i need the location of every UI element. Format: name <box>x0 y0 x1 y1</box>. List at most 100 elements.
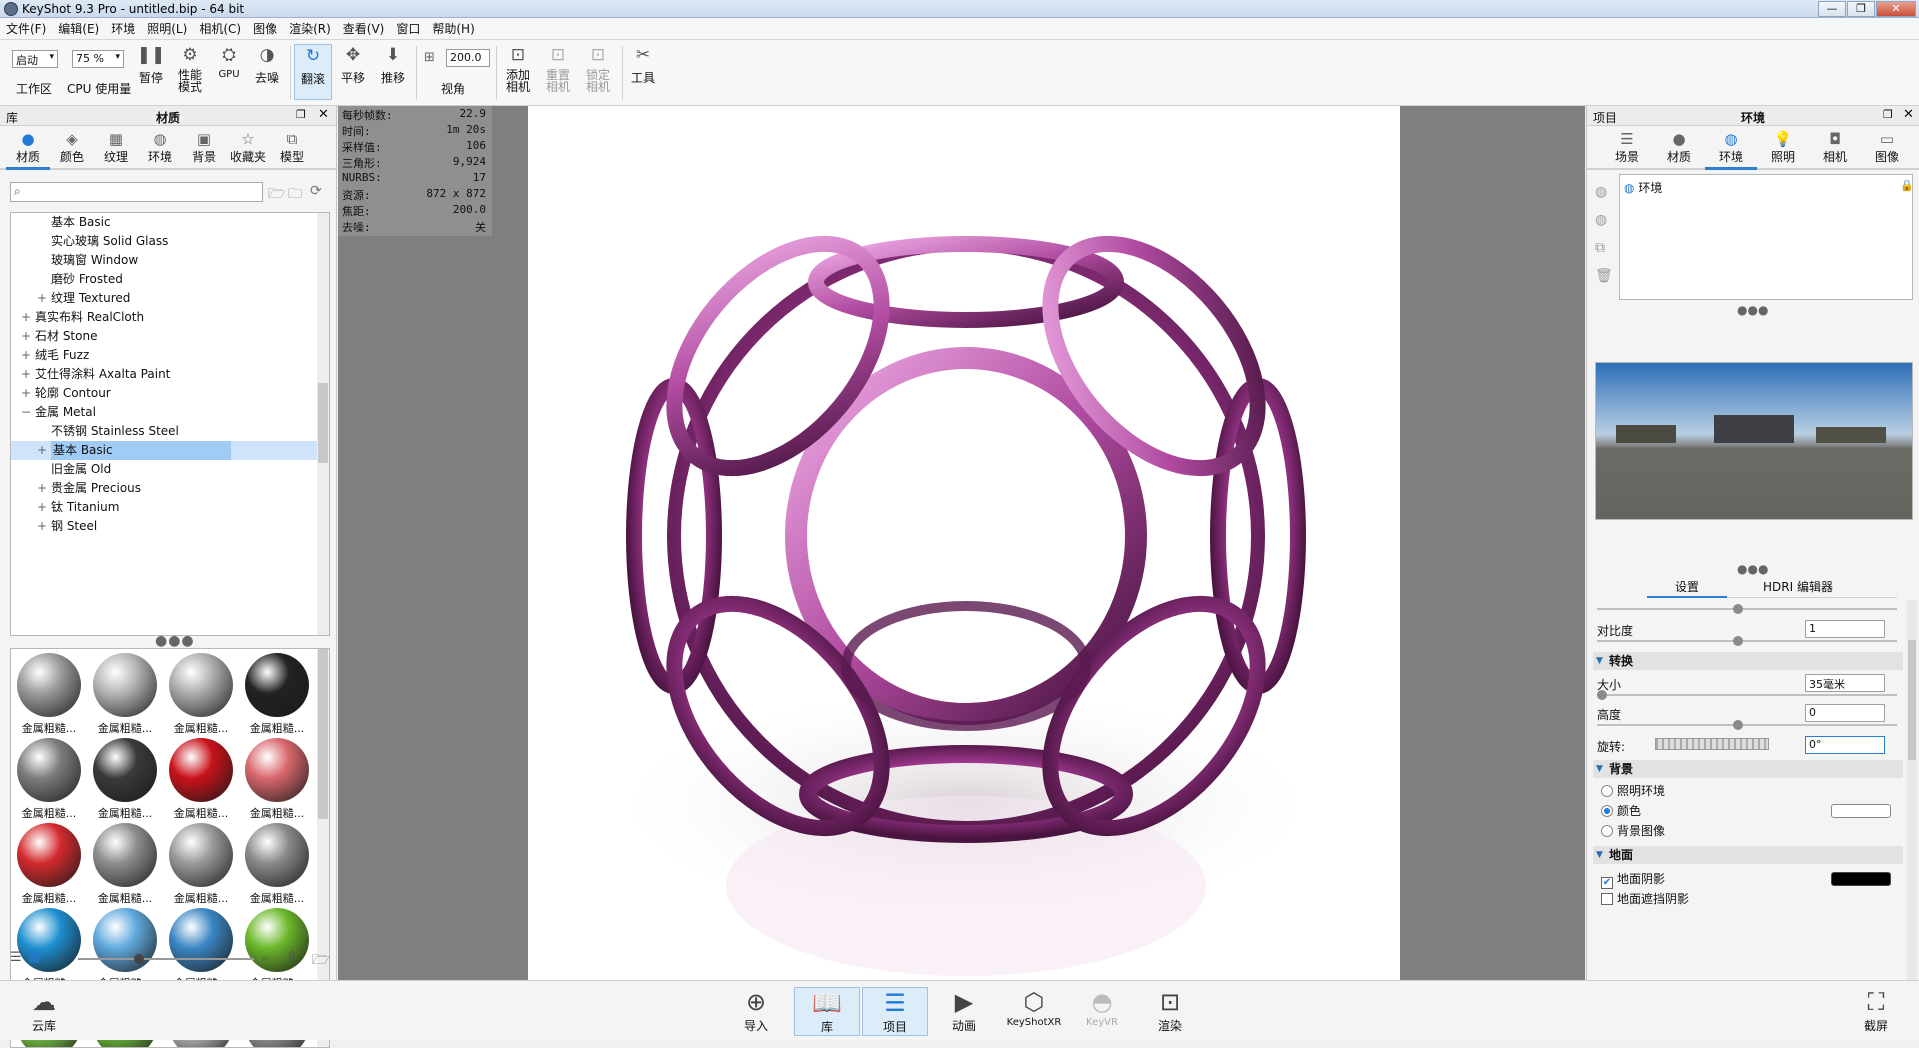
tree-item[interactable]: + 真实布料 RealCloth <box>11 308 329 327</box>
close-panel-icon[interactable]: ✕ <box>318 107 329 122</box>
material-thumbnail[interactable]: 金属粗糙... <box>241 738 313 822</box>
menu-file[interactable]: 文件(F) <box>6 20 46 37</box>
project-button[interactable]: ☰ 项目 <box>862 987 928 1036</box>
expand-toggle-icon[interactable]: + <box>21 346 31 365</box>
material-thumbnail[interactable]: 金属粗糙... <box>89 738 161 822</box>
library-button[interactable]: 📖 库 <box>794 987 860 1036</box>
tree-item[interactable]: + 钛 Titanium <box>11 498 329 517</box>
add-camera-button[interactable]: ⊡ 添加 相机 <box>500 44 536 93</box>
tab-environment[interactable]: ◍ 环境 <box>1705 126 1757 170</box>
ground-shadow-checkbox[interactable]: ✔ 地面阴影 <box>1601 870 1665 889</box>
tree-item[interactable]: + 基本 Basic <box>11 441 329 460</box>
tree-item[interactable]: + 艾仕得涂料 Axalta Paint <box>11 365 329 384</box>
section-ground[interactable]: 地面 <box>1593 846 1903 864</box>
performance-mode-button[interactable]: ⚙ 性能 模式 <box>172 44 208 93</box>
tree-item[interactable]: − 金属 Metal <box>11 403 329 422</box>
tab-scene[interactable]: ☰ 场景 <box>1601 126 1653 168</box>
render-viewport[interactable]: 每秒帧数: 22.9 时间: 1m 20s 采样值: 106 三角形: 9,924 NURBS:… <box>338 106 1585 980</box>
animation-button[interactable]: ▶ 动画 <box>934 987 994 1034</box>
settings-scrollbar[interactable] <box>1907 600 1917 980</box>
expand-toggle-icon[interactable]: + <box>21 308 31 327</box>
tab-lighting[interactable]: 💡 照明 <box>1757 126 1809 168</box>
screenshot-button[interactable]: ⛶ 截屏 <box>1846 987 1906 1034</box>
tab-favorites[interactable]: ☆ 收藏夹 <box>226 126 270 168</box>
slider-knob[interactable] <box>134 954 144 964</box>
duplicate-env-icon[interactable]: ◍ <box>1595 206 1613 234</box>
material-thumbnail[interactable]: 金属粗糙... <box>165 738 237 822</box>
keyvr-button[interactable]: ◓ KeyVR <box>1072 987 1132 1028</box>
tab-environments[interactable]: ◍ 环境 <box>138 126 182 168</box>
tab-backplates[interactable]: ▣ 背景 <box>182 126 226 168</box>
tree-item[interactable]: 基本 Basic <box>11 213 329 232</box>
minimize-button[interactable]: — <box>1818 1 1846 17</box>
bg-color-swatch[interactable] <box>1831 804 1891 818</box>
tree-item[interactable]: + 绒毛 Fuzz <box>11 346 329 365</box>
tree-item[interactable]: 磨砂 Frosted <box>11 270 329 289</box>
undock-icon[interactable]: ❐ <box>1883 108 1893 121</box>
tree-item[interactable]: + 轮廓 Contour <box>11 384 329 403</box>
splitter-dots-icon[interactable]: ●●● <box>1737 562 1768 576</box>
tree-item[interactable]: 不锈钢 Stainless Steel <box>11 422 329 441</box>
material-thumbnail[interactable]: 金属粗糙... <box>89 823 161 907</box>
render-button[interactable]: ⊡ 渲染 <box>1140 987 1200 1034</box>
tumble-button[interactable]: ↻ 翻滚 <box>294 44 332 100</box>
menu-help[interactable]: 帮助(H) <box>432 20 474 37</box>
tree-item[interactable]: 实心玻璃 Solid Glass <box>11 232 329 251</box>
env-list-item[interactable]: ◍ 环境 <box>1624 179 1662 196</box>
expand-toggle-icon[interactable]: + <box>21 384 31 403</box>
expand-toggle-icon[interactable]: − <box>21 403 31 422</box>
folder-add-icon[interactable]: 🗀 <box>288 183 302 207</box>
settings-scrollbar-thumb[interactable] <box>1908 640 1916 760</box>
material-thumbnail[interactable]: 金属粗糙... <box>165 823 237 907</box>
import-button[interactable]: ⊕ 导入 <box>726 987 786 1034</box>
material-thumbnail[interactable]: 金属粗糙... <box>89 653 161 737</box>
expand-toggle-icon[interactable]: + <box>37 479 47 498</box>
thumbs-scrollbar-thumb[interactable] <box>318 649 328 819</box>
slider-knob[interactable] <box>1597 690 1607 700</box>
material-thumbnail[interactable]: 金属粗糙... <box>241 653 313 737</box>
size-slider[interactable] <box>1597 690 1897 700</box>
section-transform[interactable]: 转换 <box>1593 652 1903 670</box>
material-thumbnail[interactable]: 金属粗糙... <box>13 823 85 907</box>
bg-option-lighting[interactable]: 照明环境 <box>1601 782 1665 799</box>
keyshotxr-button[interactable]: ⬡ KeyShotXR <box>1002 987 1066 1028</box>
menu-window[interactable]: 窗口 <box>396 20 420 37</box>
rotation-input[interactable]: 0° <box>1805 736 1885 754</box>
tab-camera[interactable]: ◘ 相机 <box>1809 126 1861 168</box>
tree-scrollbar-thumb[interactable] <box>318 383 328 463</box>
lock-icon[interactable]: 🔒 <box>1900 179 1914 192</box>
denoise-button[interactable]: ◑ 去噪 <box>250 44 284 86</box>
expand-toggle-icon[interactable]: + <box>21 365 31 384</box>
tab-material[interactable]: ● 材质 <box>1653 126 1705 168</box>
contrast-input[interactable]: 1 <box>1805 620 1885 638</box>
brightness-slider[interactable] <box>1597 604 1897 614</box>
tree-item[interactable]: + 石材 Stone <box>11 327 329 346</box>
bg-option-image[interactable]: 背景图像 <box>1601 822 1665 839</box>
gpu-button[interactable]: ⛭ GPU <box>212 44 246 80</box>
tree-scrollbar[interactable] <box>317 213 329 635</box>
copy-env-icon[interactable]: ⧉ <box>1595 234 1613 262</box>
subtab-settings[interactable]: 设置 <box>1647 578 1727 598</box>
material-thumbnail[interactable]: 金属粗糙... <box>13 738 85 822</box>
material-thumbnail[interactable]: 金属粗糙... <box>241 823 313 907</box>
material-thumbnail[interactable]: 金属粗糙... <box>13 653 85 737</box>
refresh-icon[interactable]: ⟳ <box>310 183 322 199</box>
expand-toggle-icon[interactable]: + <box>21 327 31 346</box>
zoom-out-icon[interactable]: ⌕ <box>58 950 65 965</box>
upload-icon[interactable]: ⇪ <box>286 949 298 965</box>
slider-knob[interactable] <box>1733 720 1743 730</box>
height-slider[interactable] <box>1597 720 1897 730</box>
material-thumbnail[interactable]: 金属粗糙... <box>165 653 237 737</box>
expand-toggle-icon[interactable]: + <box>37 517 47 536</box>
menu-environment[interactable]: 环境 <box>111 20 135 37</box>
slider-knob[interactable] <box>1733 636 1743 646</box>
menu-edit[interactable]: 编辑(E) <box>58 20 99 37</box>
zoom-in-icon[interactable]: ⌕ <box>262 950 269 965</box>
render-image[interactable] <box>528 106 1400 980</box>
tab-image[interactable]: ▭ 图像 <box>1861 126 1913 168</box>
expand-toggle-icon[interactable]: + <box>37 441 47 460</box>
folder-icon[interactable]: 🗁 <box>312 949 329 973</box>
tree-item[interactable]: + 钢 Steel <box>11 517 329 536</box>
reset-camera-button[interactable]: ⊡ 重置 相机 <box>540 44 576 93</box>
tab-textures[interactable]: ▦ 纹理 <box>94 126 138 168</box>
